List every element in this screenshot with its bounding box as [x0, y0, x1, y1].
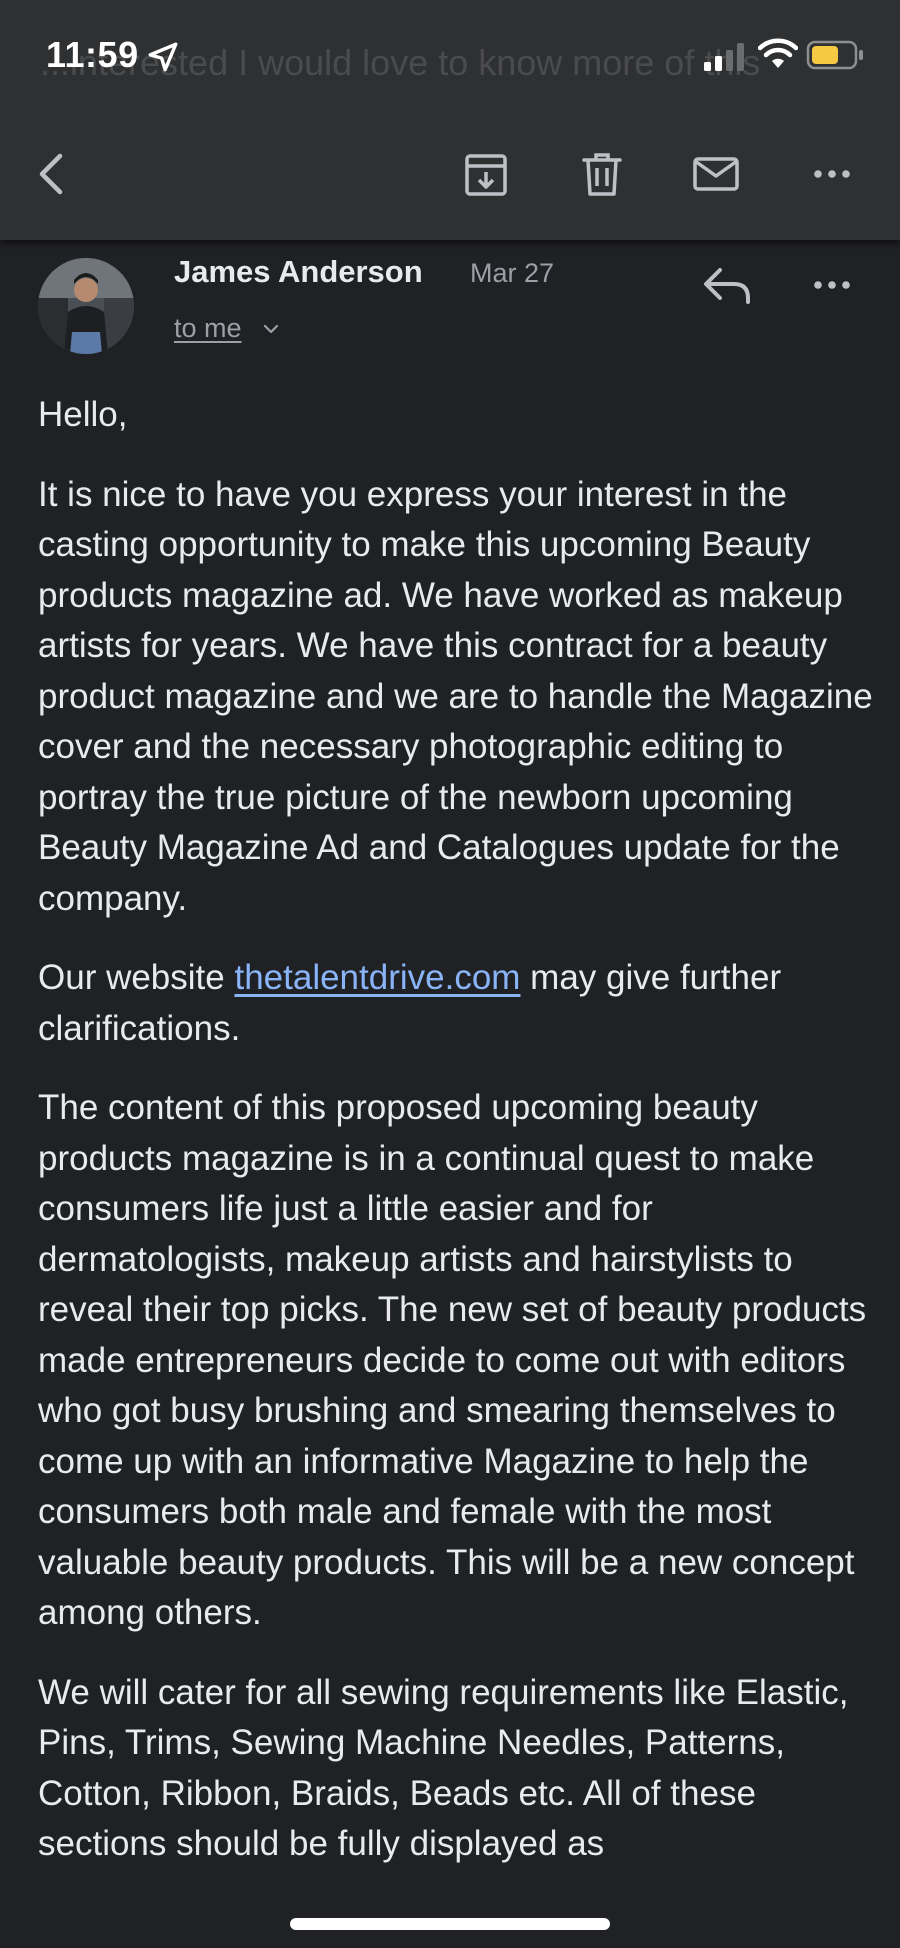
greeting: Hello,: [38, 395, 128, 434]
paragraph-3: The content of this proposed upcoming be…: [38, 1088, 867, 1632]
back-icon[interactable]: [28, 148, 80, 200]
cellular-signal-icon: [704, 43, 744, 71]
sender-photo: [38, 258, 134, 354]
message-date: Mar 27: [470, 258, 555, 288]
website-link[interactable]: thetalentdrive.com: [234, 958, 520, 997]
paragraph-2: Our website thetalentdrive.com may give …: [38, 953, 878, 1054]
paragraph-1: It is nice to have you express your inte…: [38, 474, 873, 918]
recipient-details-toggle[interactable]: to me: [174, 313, 242, 344]
sender-name: James Anderson: [174, 254, 423, 289]
chevron-down-icon[interactable]: [262, 322, 280, 336]
archive-icon[interactable]: [460, 148, 512, 200]
paragraph-2-prefix: Our website: [38, 958, 235, 997]
message-more-icon[interactable]: [806, 262, 858, 308]
status-time: 11:59: [46, 34, 139, 75]
email-view: ...interested I would love to know more …: [0, 0, 900, 1948]
mark-unread-mail-icon[interactable]: [690, 148, 742, 200]
top-app-bar: ...interested I would love to know more …: [0, 0, 900, 240]
message-body: Hello, It is nice to have you express yo…: [38, 390, 878, 1899]
paragraph-4: We will cater for all sewing requirement…: [38, 1672, 849, 1864]
more-options-icon[interactable]: [806, 148, 858, 200]
home-indicator[interactable]: [290, 1918, 610, 1930]
sender-avatar[interactable]: [38, 258, 134, 354]
battery-icon: [806, 40, 863, 70]
trash-icon[interactable]: [576, 148, 628, 200]
wifi-icon: [758, 38, 798, 68]
reply-icon[interactable]: [700, 262, 754, 308]
location-arrow-icon: [148, 42, 178, 72]
